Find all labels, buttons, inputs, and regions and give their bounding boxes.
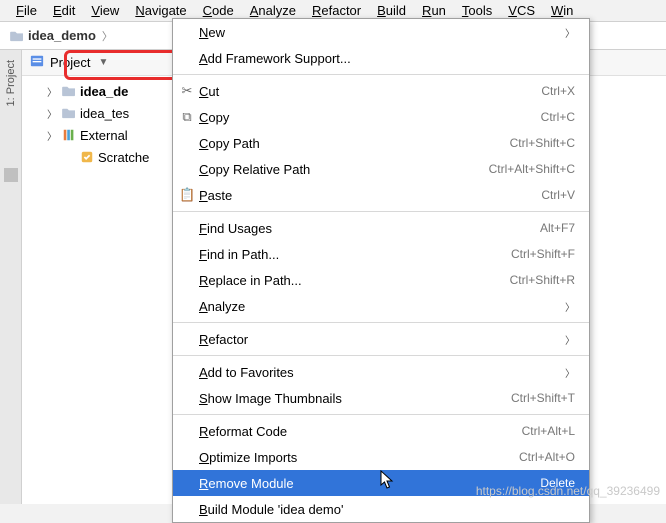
- menu-analyze[interactable]: Analyze: [242, 2, 304, 19]
- menu-separator: [173, 355, 589, 356]
- lib-icon: [61, 128, 77, 142]
- menu-navigate[interactable]: Navigate: [127, 2, 194, 19]
- menu-item-shortcut: Ctrl+Shift+R: [510, 273, 575, 287]
- chevron-right-icon: 〉: [102, 28, 113, 44]
- context-menu-item[interactable]: Optimize Imports Ctrl+Alt+O: [173, 444, 589, 470]
- context-menu-item[interactable]: Build Module 'idea demo': [173, 496, 589, 522]
- context-menu-item[interactable]: Reformat Code Ctrl+Alt+L: [173, 418, 589, 444]
- menu-item-label: Find Usages: [199, 221, 520, 236]
- menu-code[interactable]: Code: [195, 2, 242, 19]
- context-menu-item[interactable]: ⧉ Copy Ctrl+C: [173, 104, 589, 130]
- menu-run[interactable]: Run: [414, 2, 454, 19]
- context-menu-item[interactable]: New 〉: [173, 19, 589, 45]
- paste-icon: 📋: [179, 187, 195, 203]
- panel-title: Project: [50, 55, 90, 70]
- menu-item-label: Paste: [199, 188, 521, 203]
- menu-item-label: Copy: [199, 110, 521, 125]
- menu-item-shortcut: Ctrl+Shift+T: [511, 391, 575, 405]
- menu-win[interactable]: Win: [543, 2, 581, 19]
- menu-item-shortcut: Ctrl+Shift+C: [510, 136, 575, 150]
- menu-item-shortcut: Ctrl+Alt+L: [522, 424, 575, 438]
- menu-item-shortcut: Ctrl+Alt+Shift+C: [489, 162, 575, 176]
- menu-item-shortcut: Ctrl+V: [541, 188, 575, 202]
- chevron-right-icon: 〉: [565, 332, 575, 347]
- context-menu-item[interactable]: Find Usages Alt+F7: [173, 215, 589, 241]
- cursor-icon: [380, 470, 396, 490]
- menu-separator: [173, 74, 589, 75]
- folder-icon: [10, 30, 24, 42]
- breadcrumb-item[interactable]: idea_demo: [10, 28, 96, 43]
- folder-icon: [61, 107, 77, 119]
- chevron-right-icon: 〉: [565, 365, 575, 380]
- context-menu-item[interactable]: ✂ Cut Ctrl+X: [173, 78, 589, 104]
- chevron-right-icon[interactable]: 〉: [46, 84, 58, 99]
- context-menu-item[interactable]: 📋 Paste Ctrl+V: [173, 182, 589, 208]
- menu-item-shortcut: Ctrl+Alt+O: [519, 450, 575, 464]
- menu-view[interactable]: View: [83, 2, 127, 19]
- cut-icon: ✂: [179, 83, 195, 99]
- menu-item-label: Refactor: [199, 332, 545, 347]
- tree-item-label: External: [80, 128, 128, 143]
- copy-icon: ⧉: [179, 109, 195, 125]
- menu-separator: [173, 322, 589, 323]
- menu-item-label: Cut: [199, 84, 521, 99]
- scratch-icon: [79, 150, 95, 164]
- menu-item-label: Show Image Thumbnails: [199, 391, 491, 406]
- context-menu-item[interactable]: Copy Path Ctrl+Shift+C: [173, 130, 589, 156]
- menu-item-label: Find in Path...: [199, 247, 491, 262]
- context-menu-item[interactable]: Add Framework Support...: [173, 45, 589, 71]
- menu-item-shortcut: Ctrl+Shift+F: [511, 247, 575, 261]
- menu-file[interactable]: File: [8, 2, 45, 19]
- menu-item-label: Add Framework Support...: [199, 51, 575, 66]
- project-icon: [30, 54, 44, 71]
- menu-tools[interactable]: Tools: [454, 2, 500, 19]
- menu-item-label: Add to Favorites: [199, 365, 545, 380]
- menu-vcs[interactable]: VCS: [500, 2, 543, 19]
- context-menu-item[interactable]: Analyze 〉: [173, 293, 589, 319]
- context-menu-item[interactable]: Show Image Thumbnails Ctrl+Shift+T: [173, 385, 589, 411]
- menu-item-shortcut: Ctrl+X: [541, 84, 575, 98]
- menu-item-label: Replace in Path...: [199, 273, 490, 288]
- chevron-right-icon[interactable]: 〉: [46, 128, 58, 143]
- tree-item-label: idea_tes: [80, 106, 129, 121]
- menu-edit[interactable]: Edit: [45, 2, 83, 19]
- tree-item-label: Scratche: [98, 150, 149, 165]
- chevron-right-icon: 〉: [565, 25, 575, 40]
- menu-build[interactable]: Build: [369, 2, 414, 19]
- context-menu: New 〉 Add Framework Support... ✂ Cut Ctrl+X ⧉ C…: [172, 18, 590, 523]
- menu-item-label: New: [199, 25, 545, 40]
- chevron-right-icon: 〉: [565, 299, 575, 314]
- menu-item-shortcut: Ctrl+C: [541, 110, 575, 124]
- menu-item-label: Copy Path: [199, 136, 490, 151]
- folder-icon: [61, 85, 77, 97]
- gutter-label[interactable]: 1: Project: [5, 60, 17, 106]
- breadcrumb-label: idea_demo: [28, 28, 96, 43]
- menu-item-label: Copy Relative Path: [199, 162, 469, 177]
- tool-window-gutter: 1: Project: [0, 50, 22, 504]
- context-menu-item[interactable]: Replace in Path... Ctrl+Shift+R: [173, 267, 589, 293]
- menu-item-label: Analyze: [199, 299, 545, 314]
- menu-separator: [173, 211, 589, 212]
- context-menu-item[interactable]: Copy Relative Path Ctrl+Alt+Shift+C: [173, 156, 589, 182]
- context-menu-item[interactable]: Refactor 〉: [173, 326, 589, 352]
- context-menu-item[interactable]: Find in Path... Ctrl+Shift+F: [173, 241, 589, 267]
- menu-separator: [173, 414, 589, 415]
- gutter-stripe-icon: [4, 168, 18, 182]
- chevron-right-icon[interactable]: 〉: [46, 106, 58, 121]
- menu-item-label: Optimize Imports: [199, 450, 499, 465]
- chevron-down-icon[interactable]: ▼: [98, 57, 108, 68]
- tree-item-label: idea_de: [80, 84, 128, 99]
- menu-item-shortcut: Delete: [540, 476, 575, 490]
- menu-item-label: Remove Module: [199, 476, 520, 491]
- menu-item-label: Reformat Code: [199, 424, 502, 439]
- menu-item-shortcut: Alt+F7: [540, 221, 575, 235]
- context-menu-item[interactable]: Add to Favorites 〉: [173, 359, 589, 385]
- menu-refactor[interactable]: Refactor: [304, 2, 369, 19]
